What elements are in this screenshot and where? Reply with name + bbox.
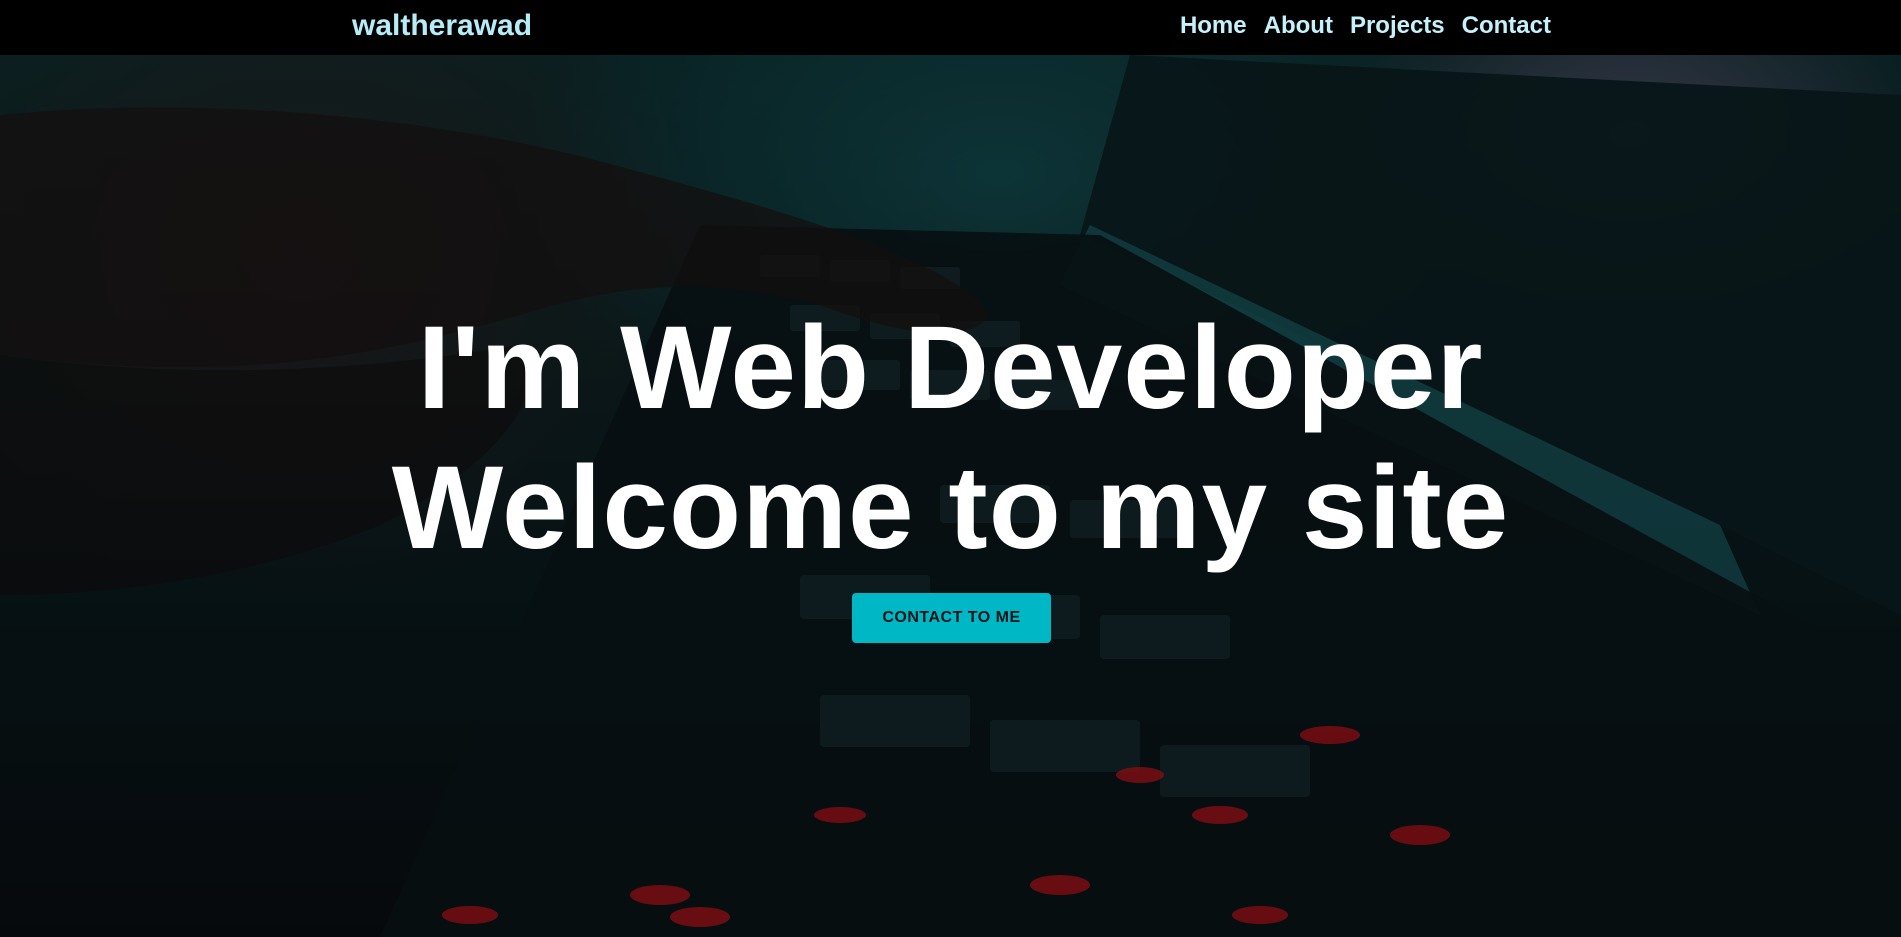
- nav-link-contact[interactable]: Contact: [1462, 8, 1551, 44]
- navbar: waltherawad Home About Projects Contact: [0, 0, 1901, 55]
- nav-link-home[interactable]: Home: [1180, 8, 1247, 44]
- contact-me-button[interactable]: CONTACT TO ME: [852, 593, 1051, 643]
- hero-headline-line2: Welcome to my site: [391, 442, 1510, 574]
- brand-logo-link[interactable]: waltherawad: [352, 6, 532, 46]
- nav-links: Home About Projects Contact: [1180, 8, 1551, 44]
- nav-link-about[interactable]: About: [1264, 8, 1333, 44]
- hero-headline-line1: I'm Web Developer: [417, 302, 1484, 434]
- nav-link-projects[interactable]: Projects: [1350, 8, 1445, 44]
